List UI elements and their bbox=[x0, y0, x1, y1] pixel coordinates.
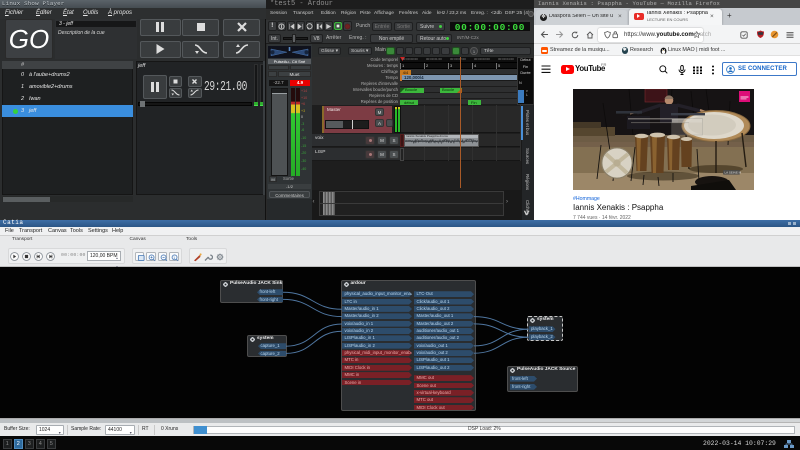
svg-text:LA SEINE M: LA SEINE M bbox=[725, 171, 742, 175]
